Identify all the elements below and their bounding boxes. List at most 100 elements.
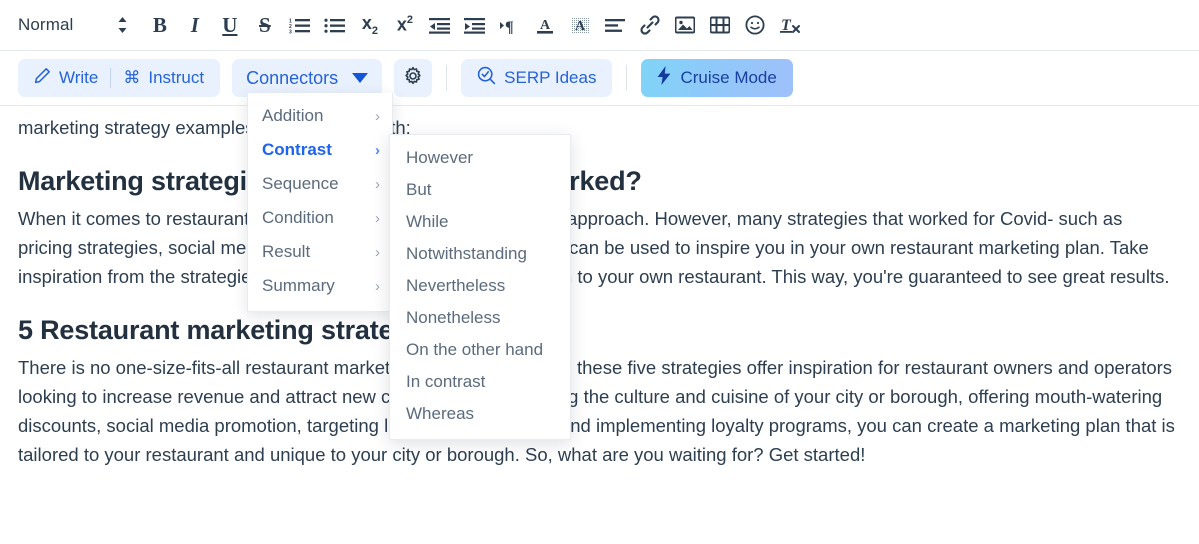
command-icon: ⌘ (123, 68, 141, 87)
highlight-color-icon: A (570, 16, 590, 35)
gear-icon (403, 66, 423, 91)
smiley-icon (745, 15, 765, 35)
italic-button[interactable]: I (178, 9, 211, 42)
menu-item-addition[interactable]: Addition › (248, 99, 392, 133)
ai-toolbar: Write ⌘ Instruct Connectors SERP Ideas C… (0, 51, 1199, 106)
underline-button[interactable]: U (213, 9, 246, 42)
indent-button[interactable] (458, 9, 491, 42)
write-instruct-group: Write ⌘ Instruct (18, 59, 221, 97)
serp-ideas-group: SERP Ideas (461, 59, 613, 97)
video-icon (709, 16, 730, 34)
chevron-right-icon: › (375, 141, 380, 159)
serp-ideas-label: SERP Ideas (504, 68, 597, 87)
link-icon (640, 15, 660, 35)
menu-item-summary[interactable]: Summary › (248, 269, 392, 303)
chevron-right-icon: › (375, 107, 380, 125)
settings-button[interactable] (394, 59, 433, 97)
image-icon (674, 16, 695, 34)
submenu-item-nonetheless[interactable]: Nonetheless (390, 302, 570, 334)
paragraph-covid-strategies: When it comes to restaurant marketing, t… (18, 208, 1170, 288)
menu-item-result[interactable]: Result › (248, 235, 392, 269)
svg-text:A: A (540, 18, 551, 33)
pencil-icon (34, 67, 51, 89)
bold-icon: B (152, 12, 167, 37)
submenu-item-however[interactable]: However (390, 142, 570, 174)
instruct-button[interactable]: ⌘ Instruct (111, 59, 216, 97)
menu-item-label: Sequence (262, 174, 339, 193)
outdent-button[interactable] (423, 9, 456, 42)
subscript-icon: x2 (361, 13, 378, 37)
serp-ideas-button[interactable]: SERP Ideas (465, 59, 608, 97)
bold-button[interactable]: B (143, 9, 176, 42)
svg-text:3: 3 (289, 29, 292, 34)
image-button[interactable] (668, 9, 701, 42)
clear-format-icon: T (779, 15, 801, 35)
align-button[interactable] (598, 9, 631, 42)
check-circle-search-icon (477, 66, 496, 90)
ordered-list-icon: 1 2 3 (289, 17, 311, 34)
contrast-connectors-submenu[interactable]: However But While Notwithstanding Nevert… (389, 134, 571, 440)
text-color-button[interactable]: A (528, 9, 561, 42)
connectors-dropdown-menu[interactable]: Addition › Contrast › Sequence › Conditi… (247, 93, 393, 312)
connectors-label: Connectors (246, 67, 339, 88)
text-direction-button[interactable]: ¶ (493, 9, 526, 42)
font-color-icon: A (535, 16, 555, 35)
highlight-color-button[interactable]: A (563, 9, 596, 42)
format-toolbar: Normal B I U S 1 2 3 x2 x2 ¶ A A T (0, 0, 1199, 51)
emoji-button[interactable] (738, 9, 771, 42)
strikethrough-button[interactable]: S (248, 9, 281, 42)
chevron-right-icon: › (375, 277, 380, 295)
submenu-item-notwithstanding[interactable]: Notwithstanding (390, 238, 570, 270)
submenu-item-on-the-other-hand[interactable]: On the other hand (390, 334, 570, 366)
submenu-item-whereas[interactable]: Whereas (390, 398, 570, 430)
svg-text:A: A (575, 19, 586, 34)
up-down-arrows-icon[interactable] (117, 16, 128, 34)
toolbar-divider (446, 65, 448, 91)
cruise-mode-button[interactable]: Cruise Mode (641, 59, 793, 97)
bullet-list-icon (324, 17, 346, 34)
chevron-right-icon: › (375, 243, 380, 261)
menu-item-label: Summary (262, 276, 335, 295)
menu-item-contrast[interactable]: Contrast › (248, 133, 392, 167)
menu-item-label: Result (262, 242, 311, 261)
submenu-item-but[interactable]: But (390, 174, 570, 206)
menu-item-sequence[interactable]: Sequence › (248, 167, 392, 201)
subscript-button[interactable]: x2 (353, 9, 386, 42)
submenu-item-in-contrast[interactable]: In contrast (390, 366, 570, 398)
link-button[interactable] (633, 9, 666, 42)
heading-marketing-strategies: Marketing strategies during Covid- what … (18, 165, 642, 196)
italic-icon: I (190, 12, 199, 37)
submenu-item-nevertheless[interactable]: Nevertheless (390, 270, 570, 302)
paragraph-direction-icon: ¶ (499, 17, 520, 34)
cruise-mode-label: Cruise Mode (680, 68, 777, 87)
menu-item-label: Contrast (262, 140, 332, 159)
document-editor[interactable]: marketing strategy examples to get start… (0, 106, 1199, 469)
outdent-icon (429, 17, 451, 34)
svg-text:¶: ¶ (505, 19, 514, 34)
paragraph-style-value: Normal (18, 15, 74, 34)
chevron-right-icon: › (375, 175, 380, 193)
superscript-icon: x2 (396, 13, 413, 35)
caret-down-icon (352, 73, 369, 83)
chevron-right-icon: › (375, 209, 380, 227)
indent-icon (464, 17, 486, 34)
clear-formatting-button[interactable]: T (773, 9, 806, 42)
intro-paragraph: marketing strategy examples to get start… (18, 117, 411, 138)
bullet-list-button[interactable] (318, 9, 351, 42)
paragraph-style-select[interactable]: Normal (18, 15, 128, 35)
heading-five-examples: 5 Restaurant marketing strategy examples (18, 314, 554, 345)
menu-item-label: Condition (262, 208, 334, 227)
strikethrough-icon: S (259, 12, 271, 37)
lightning-bolt-icon (657, 66, 671, 90)
paragraph-five-examples: There is no one-size-fits-all restaurant… (18, 353, 1181, 469)
connectors-button[interactable]: Connectors (232, 59, 383, 97)
submenu-item-while[interactable]: While (390, 206, 570, 238)
align-left-icon (604, 18, 625, 33)
write-button[interactable]: Write (22, 59, 110, 97)
write-label: Write (59, 68, 99, 87)
ordered-list-button[interactable]: 1 2 3 (283, 9, 316, 42)
menu-item-condition[interactable]: Condition › (248, 201, 392, 235)
video-button[interactable] (703, 9, 736, 42)
menu-item-label: Addition (262, 106, 324, 125)
superscript-button[interactable]: x2 (388, 9, 421, 42)
